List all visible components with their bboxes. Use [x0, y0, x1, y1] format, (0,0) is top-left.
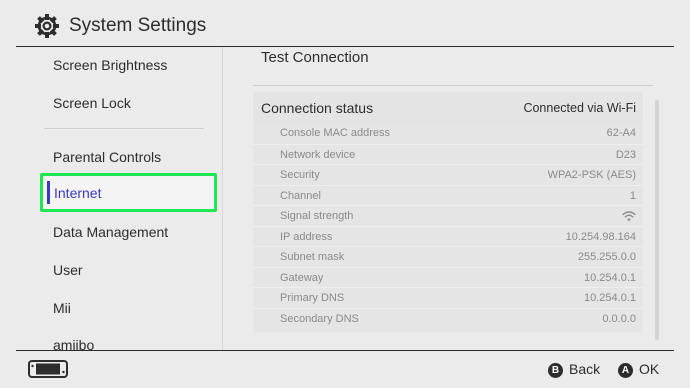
sidebar-item-amiibo[interactable]: amiibo — [53, 337, 94, 350]
detail-label: Gateway — [280, 272, 324, 284]
section-divider — [253, 85, 653, 86]
sidebar-item-internet[interactable]: Internet — [40, 173, 217, 212]
sidebar-divider — [44, 128, 204, 129]
detail-label: Secondary DNS — [280, 313, 359, 325]
detail-label: Signal strength — [280, 210, 354, 222]
connection-status-value: Connected via Wi-Fi — [523, 101, 636, 115]
detail-value: 62-A4 — [606, 127, 636, 139]
detail-label: Network device — [280, 149, 356, 161]
switch-console-icon — [28, 360, 68, 378]
b-button-icon: B — [548, 363, 563, 378]
connection-status-label: Connection status — [261, 100, 374, 116]
sidebar-item-data-management[interactable]: Data Management — [53, 224, 168, 240]
detail-value: D23 — [615, 149, 636, 161]
detail-row-mac: Console MAC address 62-A4 — [253, 123, 643, 143]
page-title: System Settings — [69, 15, 207, 36]
a-button-icon: A — [618, 363, 633, 378]
sidebar-item-mii[interactable]: Mii — [53, 300, 71, 316]
selection-indicator — [47, 181, 50, 204]
detail-value: WPA2-PSK (AES) — [547, 169, 636, 181]
detail-row-channel: Channel 1 — [253, 185, 643, 206]
detail-value: 0.0.0.0 — [602, 313, 636, 325]
detail-row-primary-dns: Primary DNS 10.254.0.1 — [253, 287, 643, 308]
ok-label: OK — [639, 361, 660, 377]
detail-value: 10.254.98.164 — [565, 231, 636, 243]
detail-value: 1 — [629, 190, 636, 202]
detail-row-gateway: Gateway 10.254.0.1 — [253, 267, 643, 288]
sidebar-item-label: Internet — [54, 185, 102, 201]
detail-label: Subnet mask — [280, 251, 345, 263]
sidebar-item-user[interactable]: User — [53, 262, 83, 278]
section-title: Test Connection — [261, 49, 369, 66]
detail-label: Primary DNS — [280, 292, 345, 304]
back-label: Back — [569, 361, 601, 377]
detail-label: Console MAC address — [280, 127, 391, 139]
detail-value: 255.255.0.0 — [577, 251, 636, 263]
connection-status-row: Connection status Connected via Wi-Fi — [253, 92, 643, 123]
detail-label: Security — [280, 169, 320, 181]
sidebar-item-screen-brightness[interactable]: Screen Brightness — [53, 57, 167, 73]
header: System Settings — [0, 0, 690, 46]
detail-row-secondary-dns: Secondary DNS 0.0.0.0 — [253, 308, 643, 329]
detail-value: 10.254.0.1 — [584, 292, 636, 304]
detail-row-security: Security WPA2-PSK (AES) — [253, 164, 643, 185]
sidebar-item-screen-lock[interactable]: Screen Lock — [53, 95, 131, 111]
detail-row-signal-strength: Signal strength — [253, 205, 643, 226]
sidebar-item-parental-controls[interactable]: Parental Controls — [53, 149, 161, 165]
sidebar[interactable]: Screen Brightness Screen Lock Parental C… — [0, 47, 222, 350]
detail-row-network-device: Network device D23 — [253, 144, 643, 165]
detail-row-ip-address: IP address 10.254.98.164 — [253, 226, 643, 247]
content-panel: Test Connection Connection status Connec… — [223, 47, 655, 350]
connection-details: Console MAC address 62-A4 Network device… — [253, 123, 643, 332]
detail-label: IP address — [280, 231, 333, 243]
scrollbar[interactable] — [655, 100, 659, 340]
ok-button[interactable]: A OK — [618, 361, 659, 378]
footer: B Back A OK — [0, 351, 690, 388]
detail-label: Channel — [280, 190, 321, 202]
detail-value: 10.254.0.1 — [584, 272, 636, 284]
gear-icon — [35, 14, 59, 38]
wifi-icon — [622, 211, 636, 221]
detail-row-subnet-mask: Subnet mask 255.255.0.0 — [253, 246, 643, 267]
back-button[interactable]: B Back — [548, 361, 600, 378]
